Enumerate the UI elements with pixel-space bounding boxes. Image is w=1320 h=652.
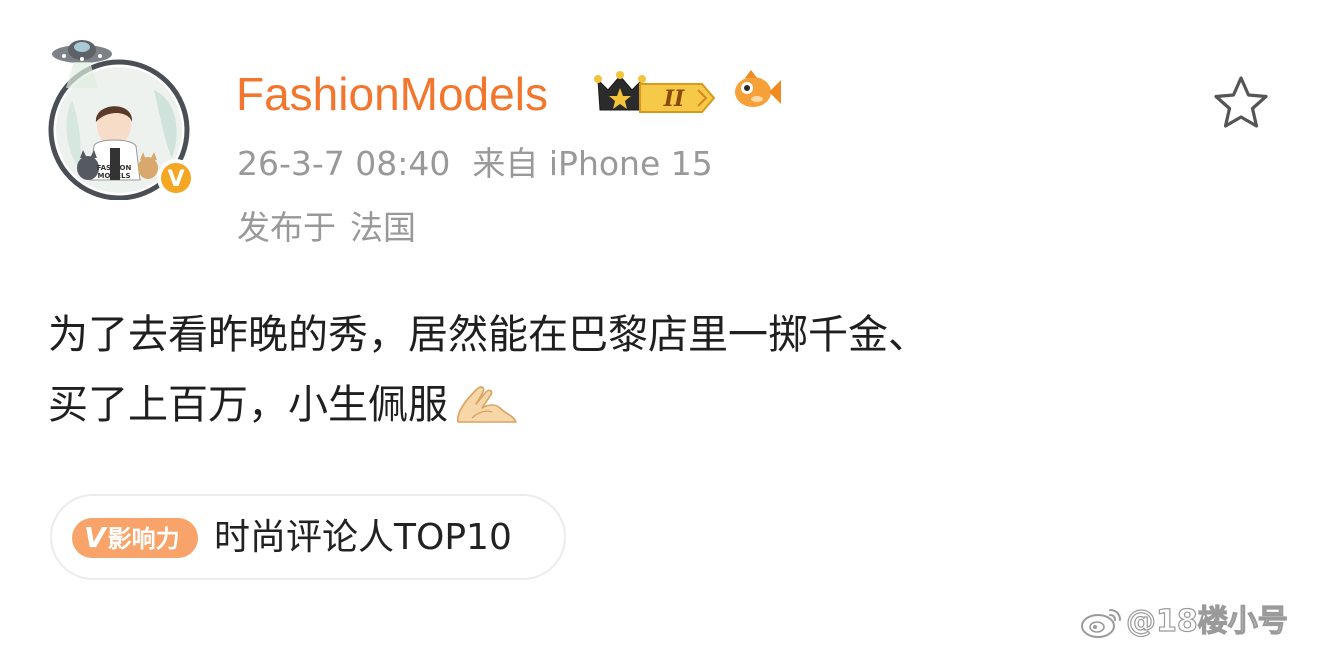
star-outline-icon [1214, 76, 1268, 128]
avatar[interactable]: FASHION MODELS V [36, 30, 204, 200]
post-content: 为了去看昨晚的秀，居然能在巴黎店里一掷千金、 买了上百万，小生佩服 [48, 300, 1278, 440]
svg-text:FASHION: FASHION [97, 164, 132, 172]
post-content-line-2: 买了上百万，小生佩服 [48, 370, 1278, 440]
post-content-line-2-text: 买了上百万，小生佩服 [48, 382, 448, 428]
weibo-post-card: FASHION MODELS V FashionModels II 26-3-7… [0, 0, 1320, 652]
fish-icon[interactable] [731, 68, 781, 118]
svg-text:V: V [167, 167, 184, 192]
weibo-logo-icon [1081, 609, 1121, 638]
influence-chip[interactable]: V影响力 时尚评论人TOP10 [50, 494, 566, 580]
post-meta: 26-3-7 08:40 来自 iPhone 15 [237, 142, 713, 186]
watermark-text: @18楼小号 [1125, 603, 1288, 639]
post-time: 26-3-7 08:40 [237, 144, 451, 183]
crown-level-badge[interactable]: II [594, 68, 718, 120]
level-badge-text: II [663, 86, 685, 112]
influence-tag: V影响力 [72, 518, 198, 558]
post-content-line-1: 为了去看昨晚的秀，居然能在巴黎店里一掷千金、 [48, 312, 928, 358]
post-source: 来自 iPhone 15 [472, 144, 713, 183]
post-location: 发布于 法国 [237, 206, 416, 250]
influence-tag-label: 影响力 [107, 525, 180, 553]
svg-text:MODELS: MODELS [97, 172, 130, 180]
username[interactable]: FashionModels [236, 66, 548, 122]
favorite-star-button[interactable] [1210, 74, 1272, 132]
influence-title: 时尚评论人TOP10 [214, 517, 512, 558]
influence-v-mark: V [84, 521, 106, 554]
verified-badge-icon: V [157, 159, 195, 197]
pressed-hands-emoji-icon [456, 386, 517, 423]
location-label: 发布于 [237, 208, 336, 247]
location-value[interactable]: 法国 [350, 208, 416, 247]
